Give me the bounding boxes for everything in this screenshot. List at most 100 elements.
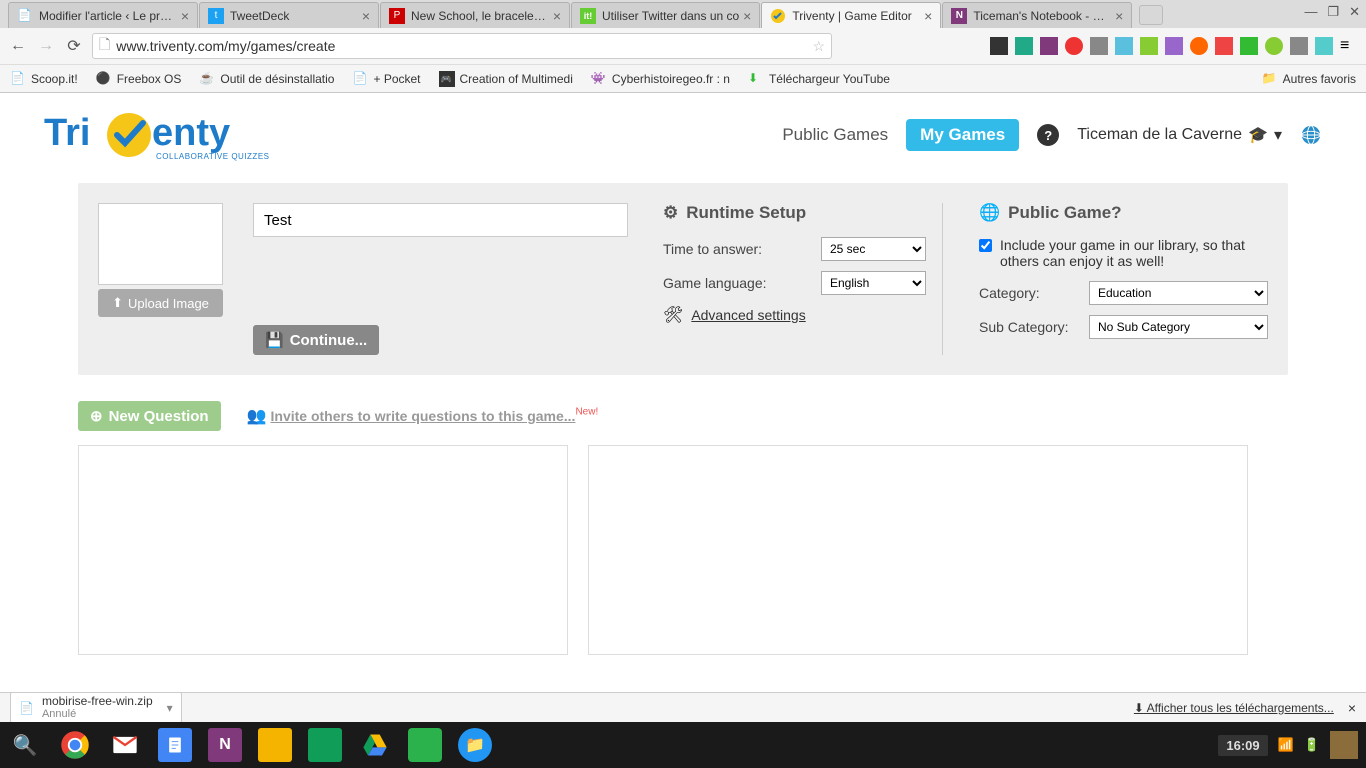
feedly-icon[interactable] bbox=[408, 728, 442, 762]
logo-tagline: COLLABORATIVE QUIZZES bbox=[156, 152, 269, 161]
file-icon: 📄 bbox=[19, 701, 34, 715]
ext-icon[interactable] bbox=[1115, 37, 1133, 55]
back-button[interactable]: ← bbox=[8, 36, 28, 56]
star-icon[interactable]: ☆ bbox=[812, 38, 825, 55]
maximize-icon[interactable]: ❐ bbox=[1327, 4, 1339, 20]
tab-close-icon[interactable]: × bbox=[181, 8, 189, 24]
tab-bar: 📄Modifier l'article ‹ Le propu× tTweetDe… bbox=[0, 0, 1366, 28]
files-icon[interactable]: 📁 bbox=[458, 728, 492, 762]
ext-icon[interactable] bbox=[1240, 37, 1258, 55]
onenote-icon[interactable]: N bbox=[208, 728, 242, 762]
slides-icon[interactable] bbox=[258, 728, 292, 762]
wifi-icon[interactable]: 📶 bbox=[1278, 737, 1294, 753]
search-icon[interactable]: 🔍 bbox=[8, 728, 42, 762]
plus-icon: ⊕ bbox=[90, 407, 103, 425]
category-select[interactable]: Education bbox=[1089, 281, 1268, 305]
close-download-bar[interactable]: × bbox=[1348, 700, 1356, 716]
reload-button[interactable]: ⟳ bbox=[64, 36, 84, 56]
svg-text:enty: enty bbox=[152, 112, 230, 154]
time-label: Time to answer: bbox=[663, 241, 821, 257]
nav-public-games[interactable]: Public Games bbox=[782, 125, 888, 145]
tab-close-icon[interactable]: × bbox=[553, 8, 561, 24]
triventy-favicon bbox=[770, 8, 786, 24]
docs-icon[interactable] bbox=[158, 728, 192, 762]
logo[interactable]: Tri enty COLLABORATIVE QUIZZES bbox=[44, 107, 304, 163]
help-icon[interactable]: ? bbox=[1037, 124, 1059, 146]
page-favicon: 📄 bbox=[17, 8, 33, 24]
bookmark-item[interactable]: ⬇Téléchargeur YouTube bbox=[748, 71, 890, 87]
user-menu[interactable]: Ticeman de la Caverne🎓▾ bbox=[1077, 125, 1282, 145]
runtime-title: Runtime Setup bbox=[686, 203, 806, 223]
nav-my-games[interactable]: My Games bbox=[906, 119, 1019, 151]
browser-tab-active[interactable]: Triventy | Game Editor× bbox=[761, 2, 941, 28]
bookmark-item[interactable]: ☕Outil de désinstallatio bbox=[199, 71, 334, 87]
bookmark-item[interactable]: ⚫Freebox OS bbox=[96, 71, 182, 87]
ext-icon[interactable] bbox=[1315, 37, 1333, 55]
drive-icon[interactable] bbox=[358, 728, 392, 762]
question-card[interactable] bbox=[78, 445, 568, 655]
question-card[interactable] bbox=[588, 445, 1248, 655]
people-icon: 👥 bbox=[247, 408, 267, 425]
subcategory-label: Sub Category: bbox=[979, 319, 1089, 335]
image-preview[interactable] bbox=[98, 203, 223, 285]
ext-icon[interactable] bbox=[990, 37, 1008, 55]
tray-icon[interactable] bbox=[1330, 731, 1358, 759]
download-filename: mobirise-free-win.zip bbox=[42, 695, 153, 708]
bookmark-item[interactable]: 📄+ Pocket bbox=[352, 71, 420, 87]
ext-icon[interactable] bbox=[1040, 37, 1058, 55]
extension-icons: ≡ bbox=[990, 37, 1358, 55]
include-checkbox[interactable] bbox=[979, 239, 992, 252]
chrome-icon[interactable] bbox=[58, 728, 92, 762]
download-item[interactable]: 📄 mobirise-free-win.zip Annulé ▾ bbox=[10, 692, 182, 723]
address-bar[interactable]: 🗋www.triventy.com/my/games/create☆ bbox=[92, 33, 832, 59]
advanced-settings-link[interactable]: Advanced settings bbox=[691, 307, 805, 323]
chevron-down-icon[interactable]: ▾ bbox=[167, 701, 173, 715]
bookmark-item[interactable]: 🎮Creation of Multimedi bbox=[439, 71, 573, 87]
forward-button[interactable]: → bbox=[36, 36, 56, 56]
subcategory-select[interactable]: No Sub Category bbox=[1089, 315, 1268, 339]
language-select[interactable]: English bbox=[821, 271, 926, 295]
ext-icon[interactable] bbox=[1140, 37, 1158, 55]
menu-icon[interactable]: ≡ bbox=[1340, 37, 1358, 55]
download-status: Annulé bbox=[42, 708, 153, 720]
time-select[interactable]: 25 sec bbox=[821, 237, 926, 261]
bookmark-item[interactable]: 👾Cyberhistoiregeo.fr : n bbox=[591, 71, 730, 87]
browser-tab[interactable]: 📄Modifier l'article ‹ Le propu× bbox=[8, 2, 198, 28]
ext-icon[interactable] bbox=[1015, 37, 1033, 55]
tab-close-icon[interactable]: × bbox=[924, 8, 932, 24]
game-title-input[interactable] bbox=[253, 203, 628, 237]
other-bookmarks[interactable]: 📁Autres favoris bbox=[1262, 71, 1356, 87]
gmail-icon[interactable] bbox=[108, 728, 142, 762]
category-label: Category: bbox=[979, 285, 1089, 301]
ext-icon[interactable] bbox=[1215, 37, 1233, 55]
globe-icon[interactable] bbox=[1300, 124, 1322, 146]
battery-icon[interactable]: 🔋 bbox=[1304, 737, 1320, 753]
browser-tab[interactable]: tTweetDeck× bbox=[199, 2, 379, 28]
app-icon[interactable] bbox=[308, 728, 342, 762]
minimize-icon[interactable]: — bbox=[1304, 4, 1317, 20]
upload-image-button[interactable]: ⬆Upload Image bbox=[98, 289, 223, 317]
ext-icon[interactable] bbox=[1065, 37, 1083, 55]
continue-button[interactable]: 💾Continue... bbox=[253, 325, 379, 355]
site-favicon: P bbox=[389, 8, 405, 24]
ext-icon[interactable] bbox=[1190, 37, 1208, 55]
bookmark-item[interactable]: 📄Scoop.it! bbox=[10, 71, 78, 87]
site-favicon: it! bbox=[580, 8, 596, 24]
ext-icon[interactable] bbox=[1165, 37, 1183, 55]
ext-icon[interactable] bbox=[1090, 37, 1108, 55]
browser-tab[interactable]: PNew School, le bracelet éle× bbox=[380, 2, 570, 28]
new-question-button[interactable]: ⊕New Question bbox=[78, 401, 221, 431]
gear-icon: ⚙ bbox=[663, 203, 678, 223]
clock[interactable]: 16:09 bbox=[1218, 735, 1267, 756]
browser-tab[interactable]: NTiceman's Notebook - Mic× bbox=[942, 2, 1132, 28]
ext-icon[interactable] bbox=[1265, 37, 1283, 55]
tab-close-icon[interactable]: × bbox=[362, 8, 370, 24]
new-tab-button[interactable] bbox=[1139, 5, 1163, 25]
show-all-downloads-link[interactable]: ⬇ Afficher tous les téléchargements... bbox=[1134, 701, 1334, 715]
invite-link[interactable]: 👥Invite others to write questions to thi… bbox=[247, 406, 599, 426]
ext-icon[interactable] bbox=[1290, 37, 1308, 55]
tab-close-icon[interactable]: × bbox=[743, 8, 751, 24]
close-window-icon[interactable]: ✕ bbox=[1349, 4, 1360, 20]
tab-close-icon[interactable]: × bbox=[1115, 8, 1123, 24]
browser-tab[interactable]: it!Utiliser Twitter dans un co× bbox=[571, 2, 760, 28]
